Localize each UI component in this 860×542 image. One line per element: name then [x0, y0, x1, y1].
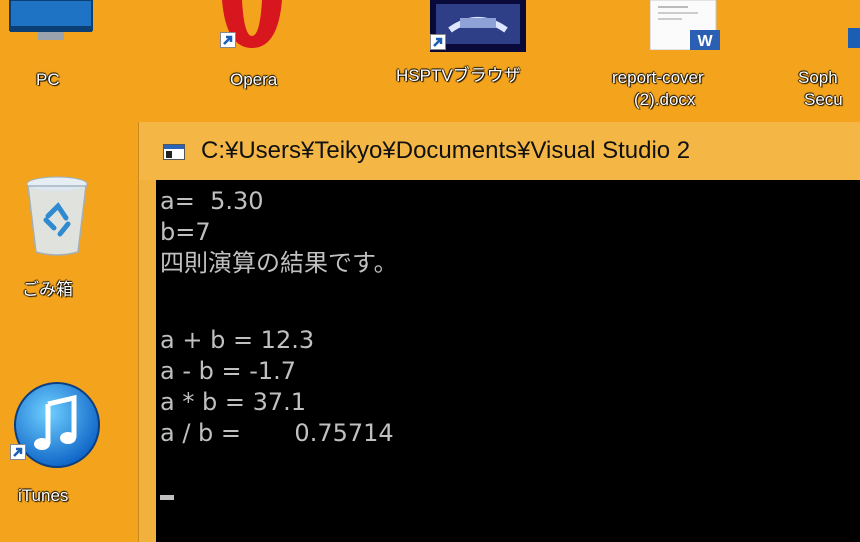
desktop-icon-label: Soph — [798, 68, 838, 87]
desktop-icon-label-line2: (2).docx — [634, 90, 696, 109]
svg-text:W: W — [697, 33, 713, 50]
desktop-icon-label: report-cover — [612, 68, 704, 87]
console-window[interactable]: C:¥Users¥Teikyo¥Documents¥Visual Studio … — [138, 122, 860, 542]
console-line: a * b = 37.1 — [160, 388, 307, 416]
shortcut-arrow-icon — [430, 34, 446, 50]
desktop-icon-label-line2: Secu — [804, 90, 843, 109]
desktop-icon-recycle-bin[interactable]: ごみ箱 — [0, 160, 120, 310]
console-app-icon[interactable] — [163, 144, 185, 160]
desktop-icon-pc[interactable]: PC — [0, 0, 120, 110]
desktop-icon-opera[interactable]: Opera — [200, 0, 310, 110]
desktop-icon-hsptv[interactable]: HSPTVブラウザ — [390, 0, 560, 110]
desktop-icon-label: HSPTVブラウザ — [396, 66, 521, 85]
console-titlebar[interactable]: C:¥Users¥Teikyo¥Documents¥Visual Studio … — [139, 122, 860, 180]
console-line: b=7 — [160, 218, 211, 246]
shortcut-arrow-icon — [10, 444, 26, 460]
sophos-icon — [830, 24, 860, 52]
desktop-icon-label: PC — [36, 70, 60, 89]
console-title: C:¥Users¥Teikyo¥Documents¥Visual Studio … — [201, 137, 691, 164]
desktop-icon-report-cover[interactable]: W report-cover (2).docx — [600, 0, 780, 120]
console-line: a / b = 0.75714 — [160, 419, 394, 447]
word-doc-icon: W — [649, 0, 722, 51]
console-output[interactable]: a= 5.30 b=7 四則演算の結果です。 a + b = 12.3 a - … — [156, 180, 860, 542]
desktop-icon-label: Opera — [230, 70, 278, 89]
text-cursor — [160, 495, 174, 500]
console-line: a + b = 12.3 — [160, 326, 315, 354]
console-line: a= 5.30 — [160, 187, 264, 215]
monitor-icon — [8, 0, 94, 42]
desktop-icon-itunes[interactable]: iTunes — [0, 378, 120, 518]
desktop-icon-label: ごみ箱 — [22, 280, 73, 299]
shortcut-arrow-icon — [220, 32, 236, 48]
console-line: 四則演算の結果です。 — [160, 249, 398, 277]
desktop-icon-sophos[interactable]: Soph Secu — [790, 0, 860, 120]
desktop-icon-label: iTunes — [18, 486, 69, 505]
console-line: a - b = -1.7 — [160, 357, 297, 385]
recycle-bin-icon — [22, 176, 92, 256]
